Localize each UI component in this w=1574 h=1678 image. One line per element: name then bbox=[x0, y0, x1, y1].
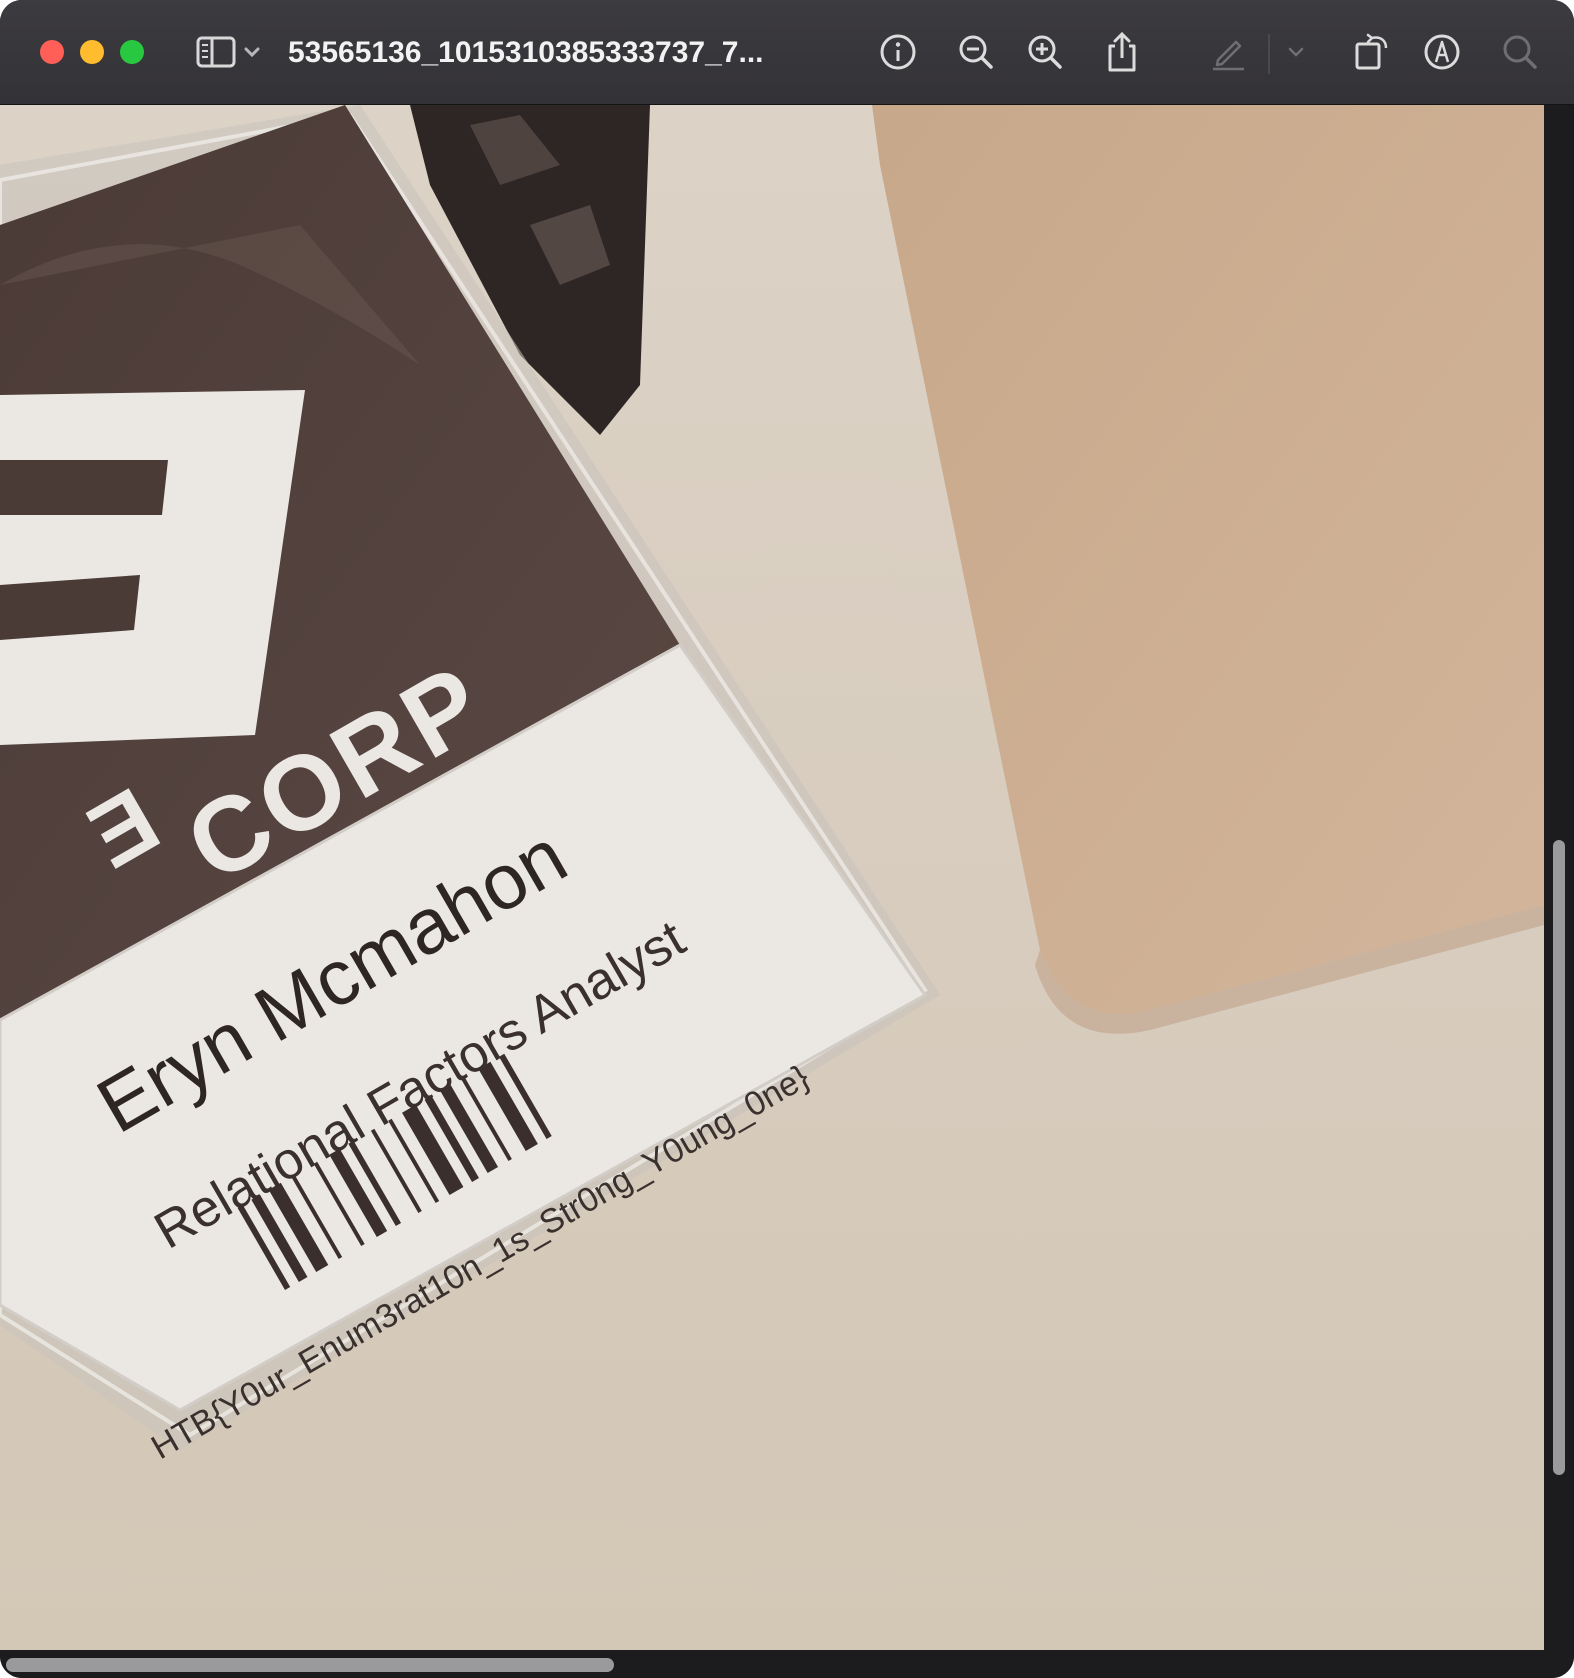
zoom-in-button[interactable] bbox=[1021, 28, 1069, 76]
info-icon bbox=[880, 34, 916, 70]
sidebar-icon bbox=[196, 36, 260, 68]
zoom-out-button[interactable] bbox=[952, 28, 1000, 76]
image-viewport[interactable]: E CORP Eryn Mcmahon Relational Factors A… bbox=[0, 105, 1544, 1650]
search-icon bbox=[1503, 35, 1537, 69]
rotate-button[interactable] bbox=[1348, 28, 1396, 76]
markup-circle-icon bbox=[1424, 34, 1460, 70]
vertical-scrollbar[interactable] bbox=[1544, 105, 1574, 1650]
vertical-scroll-thumb[interactable] bbox=[1553, 840, 1565, 1475]
horizontal-scrollbar[interactable] bbox=[0, 1650, 1574, 1678]
preview-window: 53565136_1015310385333737_7... E CORP Er… bbox=[0, 0, 1574, 1678]
zoom-out-icon bbox=[959, 35, 993, 69]
info-button[interactable] bbox=[874, 28, 922, 76]
pencil-icon bbox=[1213, 40, 1244, 71]
close-button[interactable] bbox=[40, 40, 64, 64]
search-button[interactable] bbox=[1496, 28, 1544, 76]
highlight-menu-button[interactable] bbox=[1282, 28, 1310, 76]
toolbar-divider bbox=[1268, 34, 1270, 74]
chevron-down-icon bbox=[1288, 47, 1304, 57]
sidebar-toggle-button[interactable] bbox=[192, 28, 266, 76]
title-bar: 53565136_1015310385333737_7... bbox=[0, 0, 1574, 105]
highlight-button[interactable] bbox=[1204, 28, 1252, 76]
zoom-in-icon bbox=[1028, 35, 1062, 69]
badge-photo: E CORP Eryn Mcmahon Relational Factors A… bbox=[0, 105, 1544, 1650]
markup-button[interactable] bbox=[1418, 28, 1466, 76]
minimize-button[interactable] bbox=[80, 40, 104, 64]
share-button[interactable] bbox=[1098, 28, 1146, 76]
share-icon bbox=[1108, 31, 1136, 72]
fullscreen-button[interactable] bbox=[120, 40, 144, 64]
horizontal-scroll-thumb[interactable] bbox=[6, 1658, 614, 1672]
document-title: 53565136_1015310385333737_7... bbox=[288, 36, 764, 69]
logo-e-large bbox=[0, 390, 305, 745]
rotate-icon bbox=[1355, 33, 1388, 70]
